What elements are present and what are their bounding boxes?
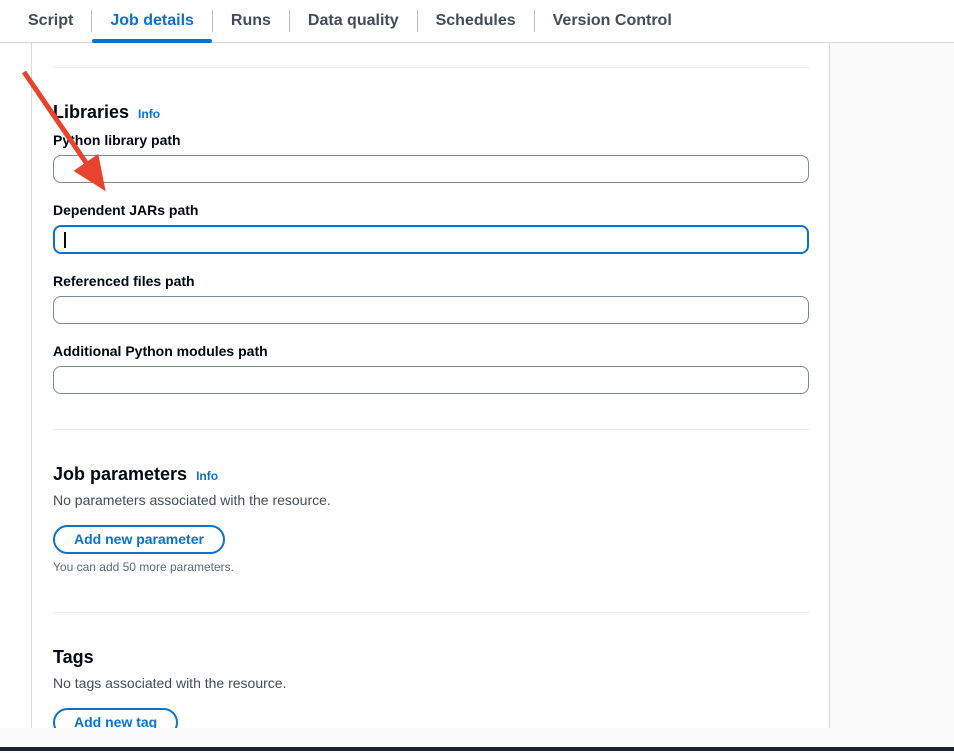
tags-header: Tags	[53, 647, 809, 668]
left-gutter	[0, 43, 31, 728]
tab-schedules[interactable]: Schedules	[418, 0, 534, 42]
window-bottom-bar	[0, 747, 954, 751]
referenced-files-path-input[interactable]	[53, 296, 809, 324]
dependent-jars-path-label: Dependent JARs path	[53, 202, 809, 218]
referenced-files-path-label: Referenced files path	[53, 273, 809, 289]
tags-title: Tags	[53, 647, 94, 668]
job-parameters-title: Job parameters	[53, 464, 187, 485]
tab-job-details[interactable]: Job details	[92, 0, 212, 42]
section-divider	[53, 67, 809, 68]
job-details-panel: Libraries Info Python library path Depen…	[31, 43, 830, 728]
tab-runs[interactable]: Runs	[213, 0, 289, 42]
tab-version-control[interactable]: Version Control	[535, 0, 690, 42]
additional-python-modules-path-input[interactable]	[53, 366, 809, 394]
libraries-header: Libraries Info	[53, 102, 809, 123]
python-library-path-label: Python library path	[53, 132, 809, 148]
additional-python-modules-path-label: Additional Python modules path	[53, 343, 809, 359]
job-parameters-helper-text: You can add 50 more parameters.	[53, 560, 809, 574]
main-area: Libraries Info Python library path Depen…	[0, 43, 954, 728]
job-parameters-empty-text: No parameters associated with the resour…	[53, 492, 809, 508]
section-divider	[53, 429, 809, 430]
add-new-parameter-button[interactable]: Add new parameter	[53, 525, 225, 554]
tab-script[interactable]: Script	[10, 0, 91, 42]
tab-bar: Script Job details Runs Data quality Sch…	[0, 0, 954, 43]
job-parameters-info-link[interactable]: Info	[196, 469, 218, 483]
libraries-title: Libraries	[53, 102, 129, 123]
tab-data-quality[interactable]: Data quality	[290, 0, 417, 42]
libraries-info-link[interactable]: Info	[138, 107, 160, 121]
section-divider	[53, 612, 809, 613]
python-library-path-input[interactable]	[53, 155, 809, 183]
tags-empty-text: No tags associated with the resource.	[53, 675, 809, 691]
text-cursor	[64, 232, 66, 248]
dependent-jars-path-input[interactable]	[53, 225, 809, 254]
right-gutter	[830, 43, 954, 728]
job-parameters-header: Job parameters Info	[53, 464, 809, 485]
